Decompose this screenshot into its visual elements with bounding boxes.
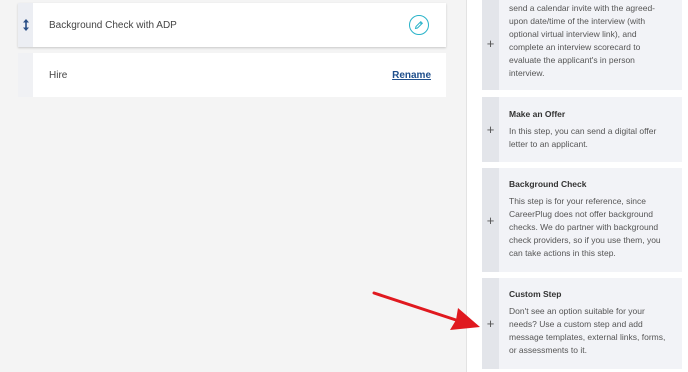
step-options-pane: + send a calendar invite with the agreed… bbox=[466, 0, 688, 372]
description-line: checks. We do partner with background bbox=[509, 222, 659, 232]
description-line: interview. bbox=[509, 68, 545, 78]
annotation-arrow-icon bbox=[372, 291, 480, 330]
add-step-button[interactable]: + bbox=[482, 168, 499, 272]
description-line: complete an interview scorecard to bbox=[509, 42, 641, 52]
workflow-step-background-check[interactable]: Background Check with ADP bbox=[18, 3, 446, 47]
up-down-arrow-icon bbox=[22, 19, 29, 31]
option-description: In this step, you can send a digital off… bbox=[509, 125, 674, 151]
step-label: Hire bbox=[49, 69, 68, 81]
description-line: message templates, external links, forms… bbox=[509, 332, 666, 342]
description-line: or assessments to it. bbox=[509, 345, 587, 355]
pencil-icon bbox=[414, 20, 424, 30]
description-line: send a calendar invite with the agreed- bbox=[509, 3, 656, 13]
step-option-background-check: + Background Check This step is for your… bbox=[482, 168, 682, 272]
option-description: send a calendar invite with the agreed- … bbox=[509, 2, 674, 80]
add-step-button[interactable]: + bbox=[482, 278, 499, 369]
description-line: CareerPlug does not offer background bbox=[509, 209, 653, 219]
step-option-make-an-offer: + Make an Offer In this step, you can se… bbox=[482, 97, 682, 162]
step-handle-area bbox=[18, 53, 33, 97]
edit-step-button[interactable] bbox=[409, 15, 429, 35]
add-step-button[interactable]: + bbox=[482, 97, 499, 162]
workflow-step-hire: Hire Rename bbox=[18, 53, 446, 97]
description-line: can take actions in this step. bbox=[509, 248, 616, 258]
step-label: Background Check with ADP bbox=[49, 19, 177, 31]
option-title: Custom Step bbox=[509, 289, 562, 299]
option-title: Make an Offer bbox=[509, 109, 566, 119]
add-step-button[interactable]: + bbox=[482, 0, 499, 90]
description-line: letter to an applicant. bbox=[509, 139, 588, 149]
rename-link[interactable]: Rename bbox=[392, 70, 431, 81]
description-line: optional virtual interview link), and bbox=[509, 29, 637, 39]
step-option-custom-step: + Custom Step Don't see an option suitab… bbox=[482, 278, 682, 369]
description-line: check providers, so if you use them, you bbox=[509, 235, 661, 245]
option-title: Background Check bbox=[509, 179, 587, 189]
option-description: Don't see an option suitable for your ne… bbox=[509, 305, 674, 357]
drag-handle[interactable] bbox=[18, 3, 33, 47]
description-line: Don't see an option suitable for your bbox=[509, 306, 645, 316]
description-line: This step is for your reference, since bbox=[509, 196, 647, 206]
description-line: needs? Use a custom step and add bbox=[509, 319, 643, 329]
description-line: upon date/time of the interview (with bbox=[509, 16, 646, 26]
step-option-interview: + send a calendar invite with the agreed… bbox=[482, 0, 682, 90]
description-line: In this step, you can send a digital off… bbox=[509, 126, 657, 136]
description-line: evaluate the applicant's in person bbox=[509, 55, 635, 65]
option-description: This step is for your reference, since C… bbox=[509, 195, 674, 260]
